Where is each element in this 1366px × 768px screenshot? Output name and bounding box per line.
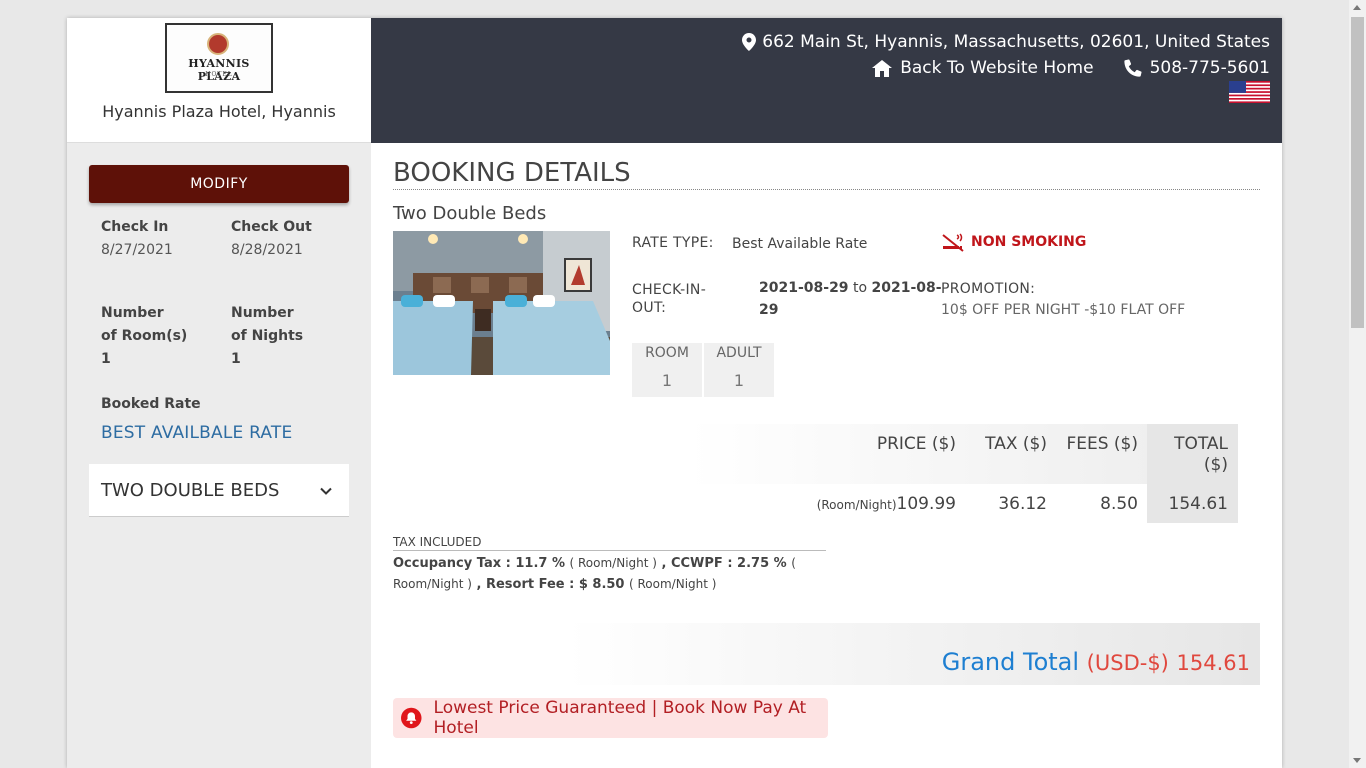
scroll-thumb[interactable] xyxy=(1351,17,1364,328)
page-title: BOOKING DETAILS xyxy=(393,157,1260,190)
checkin-out-dates: 2021-08-29 to 2021-08- xyxy=(759,280,942,296)
no-smoking-icon xyxy=(942,233,964,252)
address: 662 Main St, Hyannis, Massachusetts, 026… xyxy=(742,32,1270,52)
rate-type-value: Best Available Rate xyxy=(732,236,868,252)
occupancy-tax-unit: ( Room/Night ) xyxy=(569,556,657,570)
price-guarantee-text: Lowest Price Guaranteed | Book Now Pay A… xyxy=(433,698,807,738)
occupancy-tax: Occupancy Tax : 11.7 % xyxy=(393,556,565,571)
room-accordion-title: TWO DOUBLE BEDS xyxy=(101,480,280,501)
page-scrollbar[interactable] xyxy=(1349,0,1366,768)
check-out-label: Check Out xyxy=(231,219,312,235)
address-text: 662 Main St, Hyannis, Massachusetts, 026… xyxy=(762,32,1270,52)
price-table-header-bg xyxy=(393,424,1238,484)
rooms-label-line2: of Room(s) xyxy=(101,328,188,344)
rooms-value: 1 xyxy=(101,351,111,367)
occupancy-table: ROOM 1 ADULT 1 xyxy=(632,343,774,397)
nights-label-line1: Number xyxy=(231,305,294,321)
check-in-label: Check In xyxy=(101,219,169,235)
grand-total-bar: Grand Total (USD-$) 154.61 xyxy=(393,623,1260,685)
occupancy-room-value: 1 xyxy=(661,371,673,390)
header-contact: 662 Main St, Hyannis, Massachusetts, 026… xyxy=(371,18,1282,143)
total-value: 154.61 xyxy=(1168,494,1228,514)
header-links: Back To Website Home 508-775-5601 xyxy=(872,58,1270,78)
occupancy-adult-label: ADULT xyxy=(716,345,762,361)
price-guarantee-banner: Lowest Price Guaranteed | Book Now Pay A… xyxy=(393,698,828,738)
checkout-date-part2: 29 xyxy=(759,302,779,318)
fees-value: 8.50 xyxy=(1100,494,1138,514)
price-value-cell: (Room/Night)109.99 xyxy=(817,494,956,514)
fees-header: FEES ($) xyxy=(1066,434,1138,454)
logo-seal-icon xyxy=(207,33,229,55)
booked-rate-label: Booked Rate xyxy=(101,396,201,412)
home-icon xyxy=(872,59,893,77)
modify-button[interactable]: MODIFY xyxy=(89,165,349,203)
checkinout-label-line2: OUT: xyxy=(632,300,667,316)
total-header-line2: ($) xyxy=(1203,455,1228,475)
occupancy-adult-cell: ADULT 1 xyxy=(704,343,774,397)
logo-sub: HOTEL xyxy=(205,71,233,78)
promotion-label: PROMOTION: xyxy=(941,281,1036,297)
booked-rate-link[interactable]: BEST AVAILBALE RATE xyxy=(101,423,292,443)
header-brand: HYANNIS PLAZA HOTEL Hyannis Plaza Hotel,… xyxy=(67,18,371,143)
checkinout-label-line1: CHECK-IN- xyxy=(632,282,707,298)
total-header-line1: TOTAL xyxy=(1174,434,1228,454)
total-header: TOTAL ($) xyxy=(1174,434,1228,476)
non-smoking-text: NON SMOKING xyxy=(971,234,1087,250)
check-in-value: 8/27/2021 xyxy=(101,242,173,258)
occupancy-adult-value: 1 xyxy=(733,371,745,390)
bell-icon xyxy=(401,707,422,729)
scroll-up-icon[interactable] xyxy=(1353,5,1361,10)
rooms-label-line1: Number xyxy=(101,305,164,321)
price-header: PRICE ($) xyxy=(876,434,956,454)
ccwpf-unit-open: ( xyxy=(791,556,796,570)
us-flag-icon[interactable] xyxy=(1229,81,1270,103)
date-separator: to xyxy=(853,280,868,296)
room-accordion[interactable]: TWO DOUBLE BEDS xyxy=(89,464,349,517)
home-link[interactable]: Back To Website Home xyxy=(900,58,1093,78)
grand-total: Grand Total (USD-$) 154.61 xyxy=(942,648,1250,676)
checkin-date: 2021-08-29 xyxy=(759,280,849,296)
ccwpf-unit-rest: Room/Night ) xyxy=(393,577,472,591)
hotel-logo[interactable]: HYANNIS PLAZA HOTEL xyxy=(165,23,273,93)
logo-name: HYANNIS PLAZA xyxy=(188,57,250,83)
tax-detail: Occupancy Tax : 11.7 % ( Room/Night ) , … xyxy=(393,553,833,595)
nights-label-line2: of Nights xyxy=(231,328,304,344)
phone-icon xyxy=(1123,59,1142,77)
price-unit: (Room/Night) xyxy=(816,498,897,512)
promotion-value: 10$ OFF PER NIGHT -$10 FLAT OFF xyxy=(941,302,1186,318)
tax-value: 36.12 xyxy=(998,494,1047,514)
price-value: 109.99 xyxy=(896,494,956,514)
occupancy-room-cell: ROOM 1 xyxy=(632,343,702,397)
booking-details: BOOKING DETAILS Two Double Beds RATE TYP… xyxy=(371,143,1282,768)
phone-link[interactable]: 508-775-5601 xyxy=(1150,58,1270,78)
resort-fee-unit: ( Room/Night ) xyxy=(629,577,717,591)
resort-fee: , Resort Fee : $ 8.50 xyxy=(476,577,625,592)
rate-type-label: RATE TYPE: xyxy=(632,235,714,251)
grand-total-amount: 154.61 xyxy=(1176,651,1250,675)
price-table: PRICE ($) TAX ($) FEES ($) TOTAL ($) (Ro… xyxy=(393,424,1238,524)
non-smoking-badge: NON SMOKING xyxy=(941,232,1086,252)
page: HYANNIS PLAZA HOTEL Hyannis Plaza Hotel,… xyxy=(67,18,1282,768)
map-pin-icon xyxy=(742,33,757,51)
check-out-value: 8/28/2021 xyxy=(231,242,303,258)
room-type-title: Two Double Beds xyxy=(393,203,547,224)
hotel-name: Hyannis Plaza Hotel, Hyannis xyxy=(102,102,336,121)
occupancy-room-label: ROOM xyxy=(645,345,689,361)
room-photo[interactable] xyxy=(393,231,610,375)
scroll-down-icon[interactable] xyxy=(1353,758,1361,763)
chevron-down-icon xyxy=(320,487,332,495)
grand-total-label: Grand Total xyxy=(941,648,1080,676)
sidebar: MODIFY Check In 8/27/2021 Check Out 8/28… xyxy=(67,143,371,768)
checkout-date-part1: 2021-08- xyxy=(871,280,942,296)
ccwpf-tax: , CCWPF : 2.75 % xyxy=(661,556,787,571)
nights-value: 1 xyxy=(231,351,241,367)
tax-header: TAX ($) xyxy=(985,434,1047,454)
grand-total-currency: (USD-$) xyxy=(1086,651,1169,675)
tax-included-label: TAX INCLUDED xyxy=(393,535,826,551)
